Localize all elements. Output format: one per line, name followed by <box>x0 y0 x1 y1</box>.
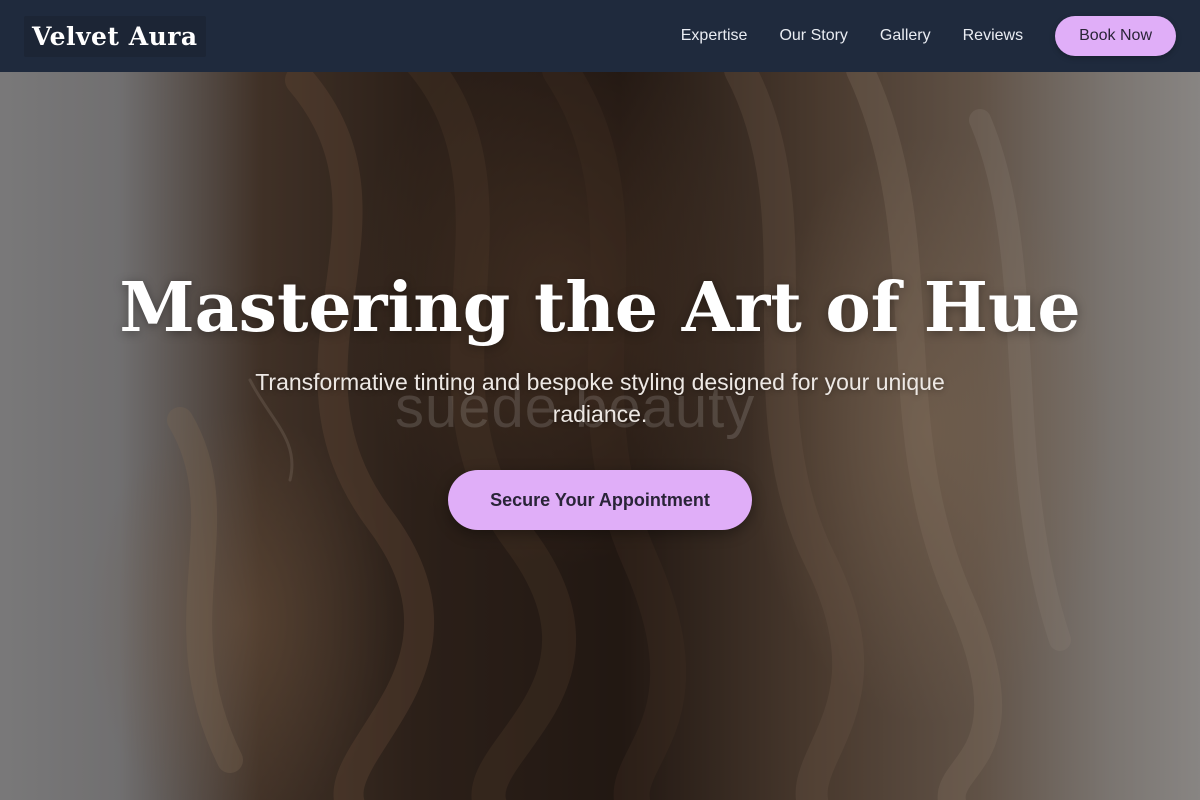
hero-title: Mastering the Art of Hue <box>119 268 1081 348</box>
secure-appointment-button[interactable]: Secure Your Appointment <box>448 470 752 530</box>
hero-section: suede beauty Mastering the Art of Hue Tr… <box>0 0 1200 800</box>
hero-subtitle: Transformative tinting and bespoke styli… <box>255 369 945 427</box>
